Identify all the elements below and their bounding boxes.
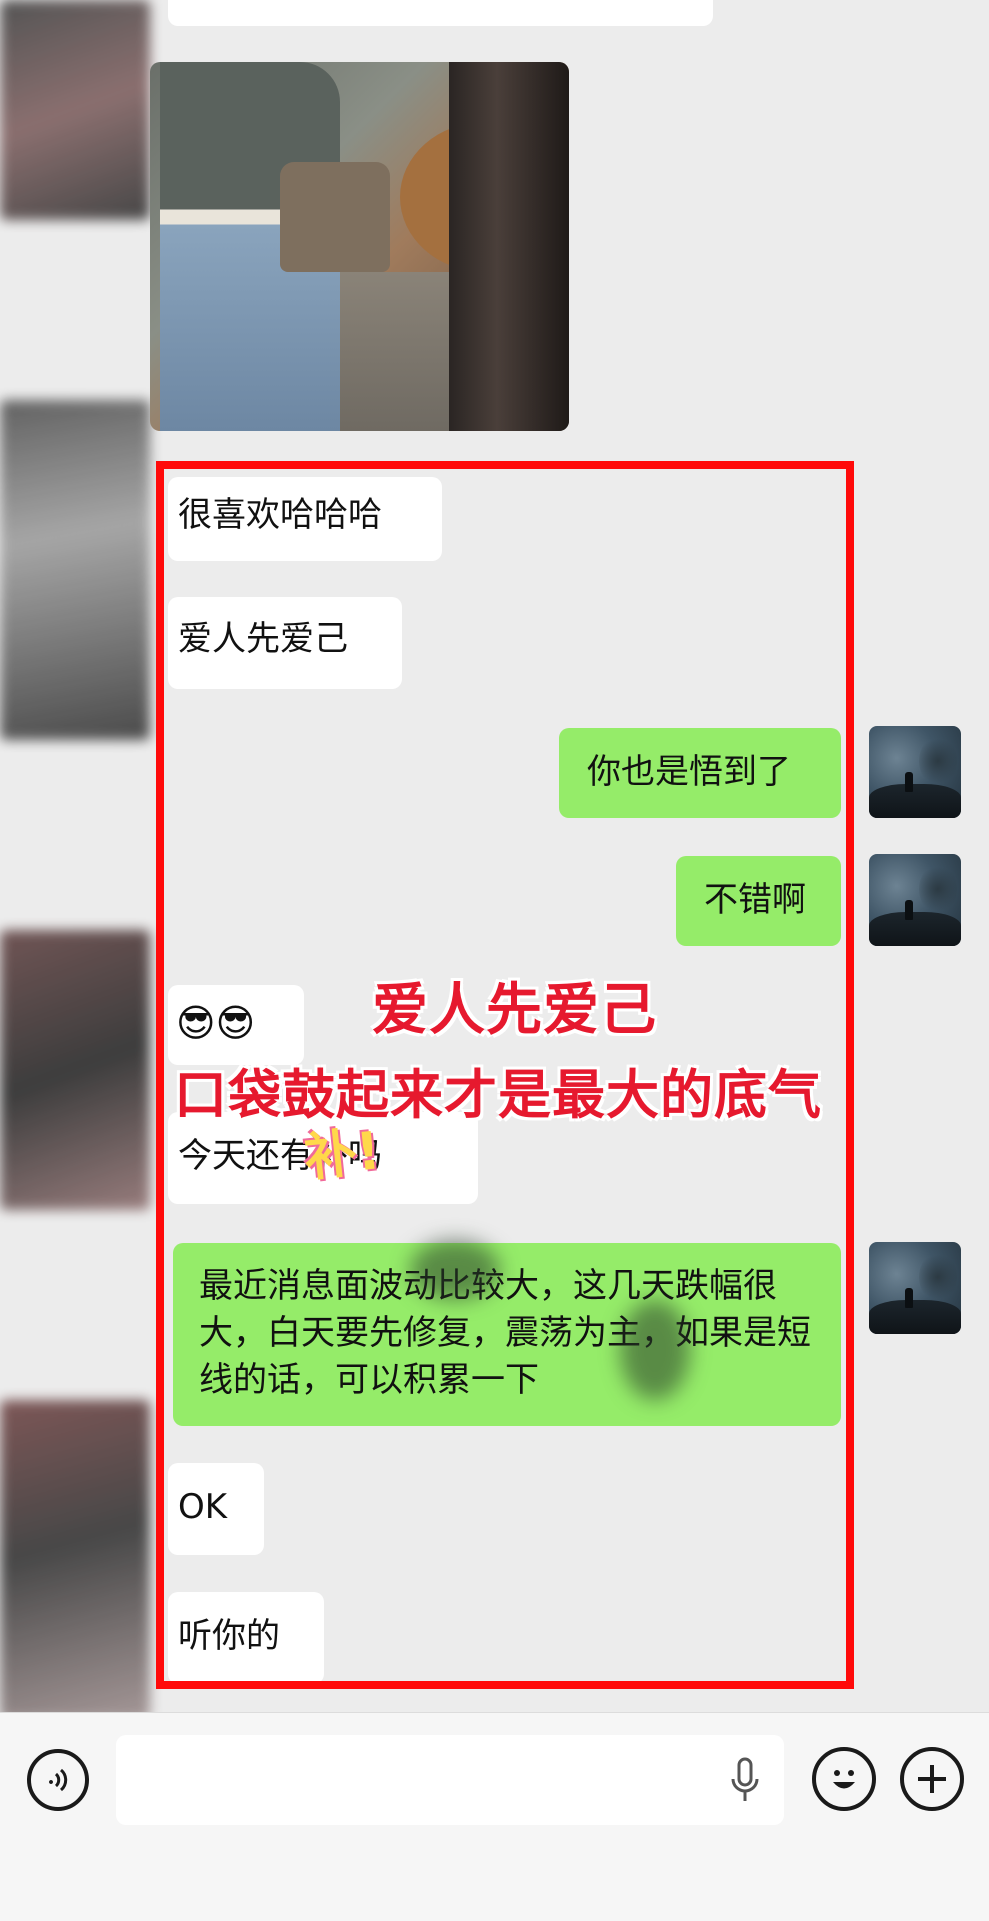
censored-avatar (0, 0, 150, 220)
message-bubble-cutoff[interactable] (168, 0, 713, 26)
my-avatar[interactable] (869, 726, 961, 818)
my-avatar[interactable] (869, 1242, 961, 1334)
plus-icon (918, 1765, 946, 1793)
censored-avatar (0, 400, 150, 740)
message-input[interactable] (116, 1735, 784, 1825)
voice-button[interactable] (27, 1749, 89, 1811)
censored-avatar (0, 930, 150, 1210)
voice-icon (49, 1768, 68, 1792)
emoji-icon (833, 1770, 855, 1789)
more-button[interactable] (900, 1747, 964, 1811)
handbag-in-photo (280, 162, 390, 272)
microphone-icon[interactable] (728, 1757, 762, 1805)
image-message[interactable] (150, 62, 569, 431)
my-avatar[interactable] (869, 854, 961, 946)
emoji-button[interactable] (812, 1747, 876, 1811)
censored-avatar (0, 1400, 150, 1712)
input-bar (0, 1712, 989, 1921)
highlight-frame (156, 461, 854, 1689)
chat-area[interactable]: 很喜欢哈哈哈 爱人先爱己 你也是悟到了 不错啊 😎😎 今天还有补吗 最近消息面波… (0, 0, 989, 1712)
